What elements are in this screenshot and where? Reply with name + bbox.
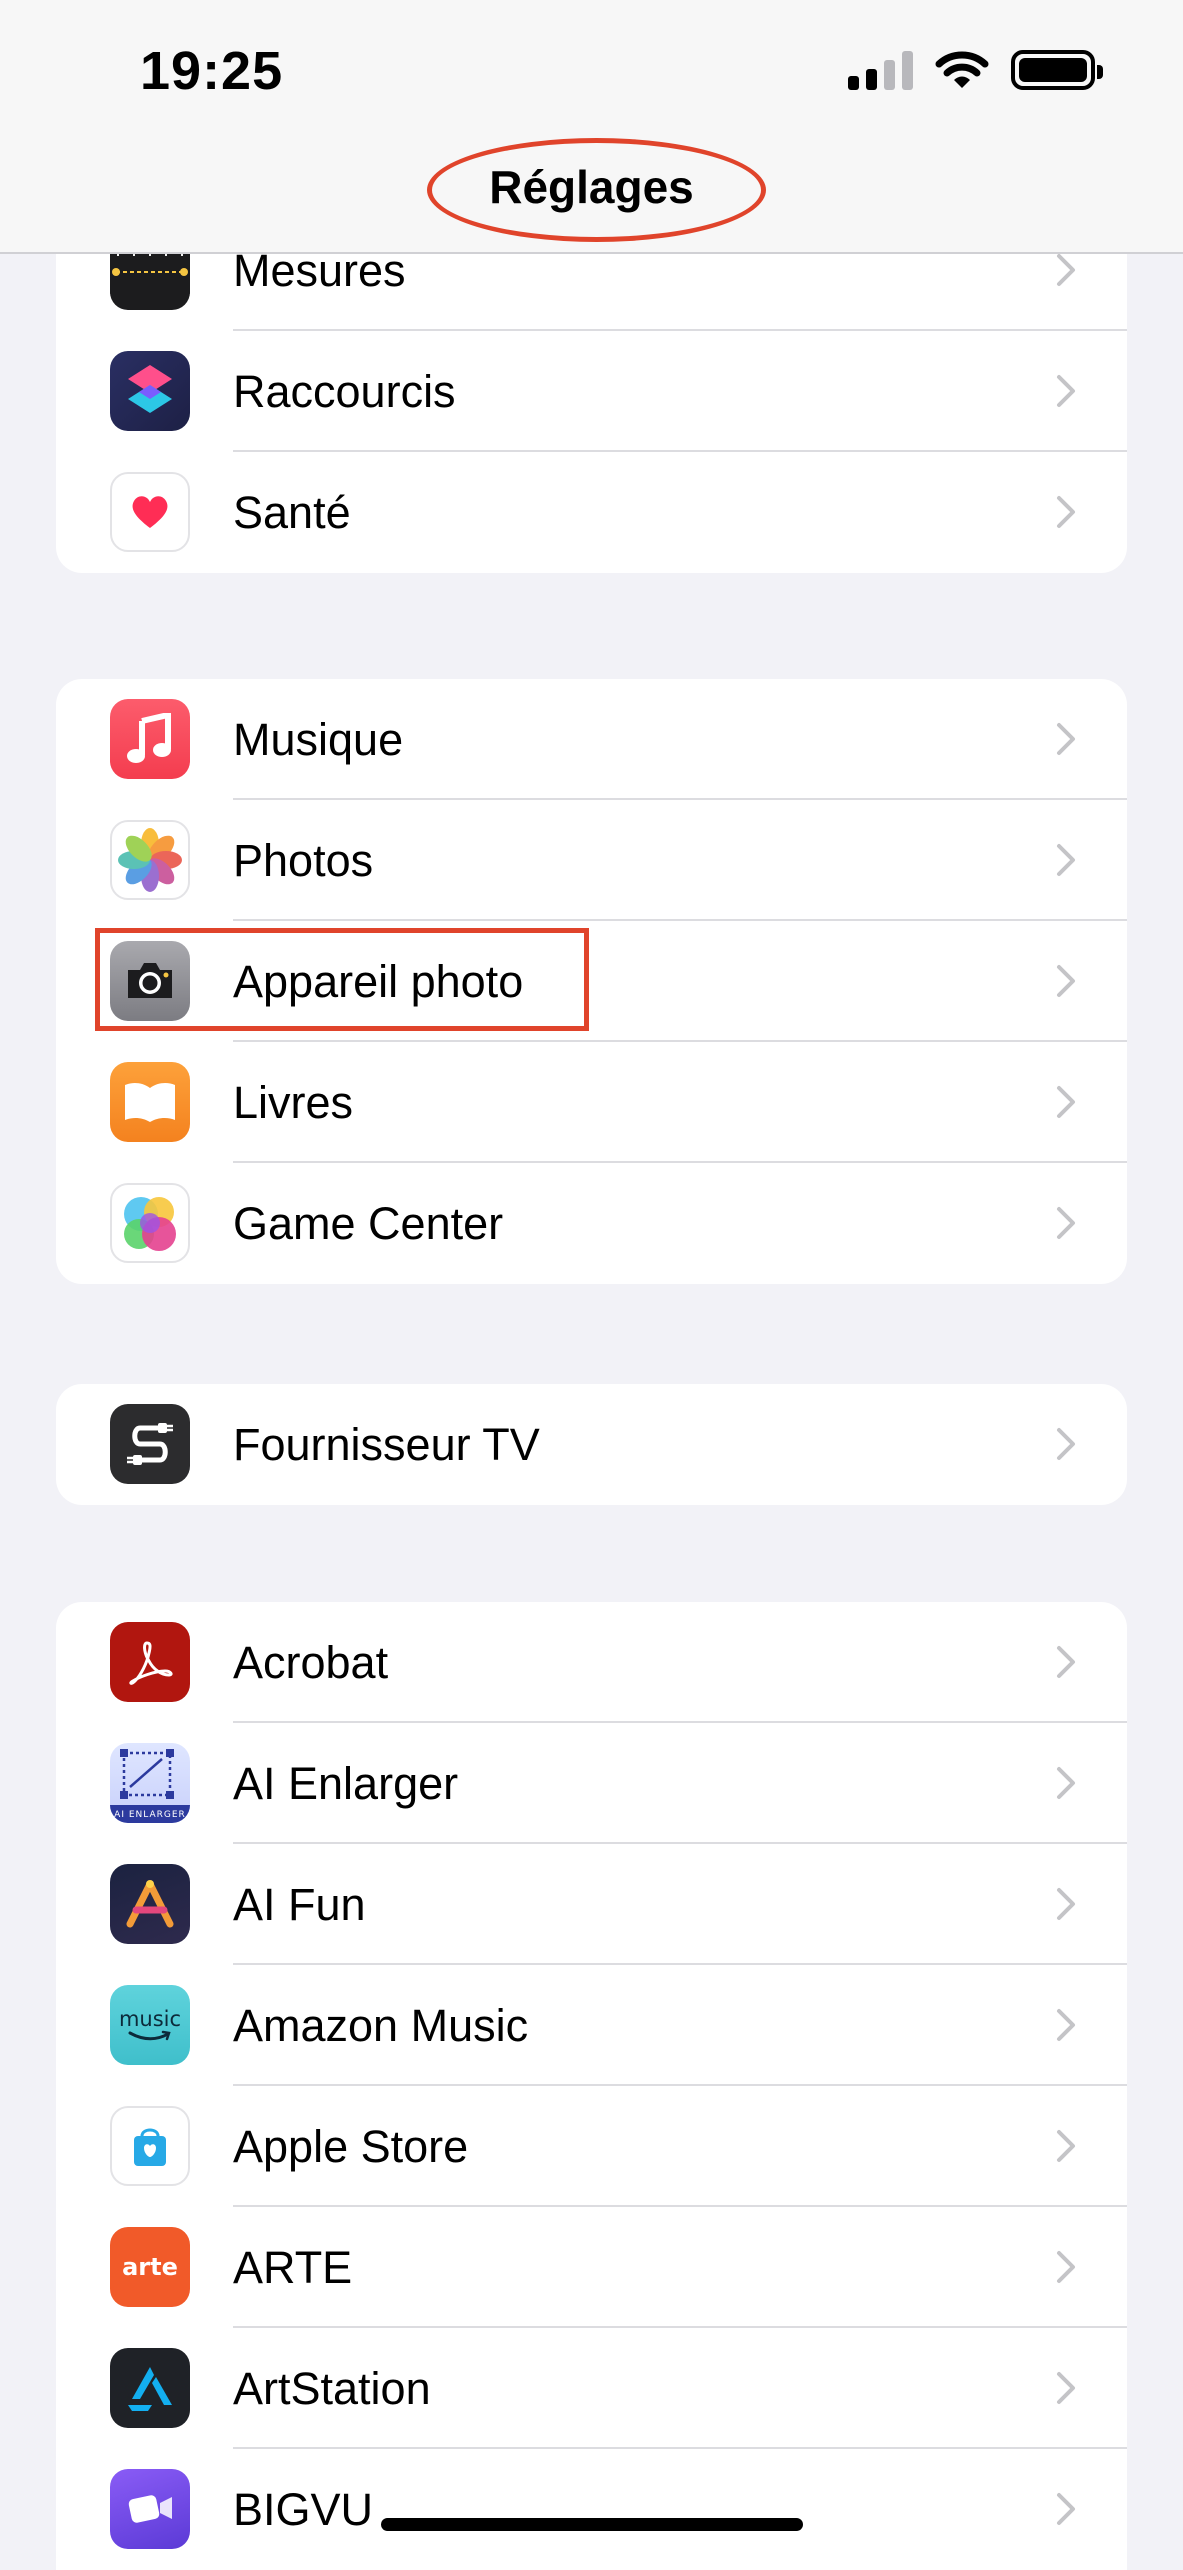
apple-store-icon bbox=[110, 2106, 190, 2186]
settings-row-sante[interactable]: Santé bbox=[56, 452, 1127, 573]
row-label: AI Fun bbox=[233, 1879, 366, 1930]
chevron-right-icon bbox=[1057, 2251, 1075, 2283]
settings-row-musique[interactable]: Musique bbox=[56, 679, 1127, 800]
row-label: AI Enlarger bbox=[233, 1758, 459, 1809]
settings-row-photos[interactable]: Photos bbox=[56, 800, 1127, 921]
chevron-right-icon bbox=[1057, 1428, 1075, 1460]
row-label: Amazon Music bbox=[233, 2000, 529, 2051]
bigvu-icon bbox=[110, 2469, 190, 2549]
row-label: BIGVU bbox=[233, 2484, 374, 2535]
row-label: Raccourcis bbox=[233, 366, 456, 417]
arte-icon-text: arte bbox=[122, 2253, 178, 2281]
artstation-icon bbox=[110, 2348, 190, 2428]
chevron-right-icon bbox=[1057, 965, 1075, 997]
ai-fun-icon bbox=[110, 1864, 190, 1944]
chevron-right-icon bbox=[1057, 844, 1075, 876]
amazon-music-icon-text: music bbox=[118, 2007, 182, 2031]
chevron-right-icon bbox=[1057, 1888, 1075, 1920]
settings-row-apple-store[interactable]: Apple Store bbox=[56, 2086, 1127, 2207]
chevron-right-icon bbox=[1057, 2130, 1075, 2162]
settings-row-livres[interactable]: Livres bbox=[56, 1042, 1127, 1163]
settings-group-health: Mesures Raccourcis Santé bbox=[56, 210, 1127, 573]
row-label: Fournisseur TV bbox=[233, 1419, 540, 1470]
chevron-right-icon bbox=[1057, 1207, 1075, 1239]
settings-group-media: Musique Photos Appareil photo Livres Gam… bbox=[56, 679, 1127, 1284]
settings-row-acrobat[interactable]: Acrobat bbox=[56, 1602, 1127, 1723]
acrobat-icon bbox=[110, 1622, 190, 1702]
battery-icon bbox=[1011, 50, 1103, 90]
ai-enlarger-icon: AI ENLARGER bbox=[110, 1743, 190, 1823]
settings-row-game-center[interactable]: Game Center bbox=[56, 1163, 1127, 1284]
chevron-right-icon bbox=[1057, 496, 1075, 528]
row-label: Santé bbox=[233, 487, 351, 538]
row-label: Appareil photo bbox=[233, 956, 524, 1007]
page-title: Réglages bbox=[489, 161, 694, 213]
cellular-signal-icon bbox=[848, 50, 913, 90]
health-icon bbox=[110, 472, 190, 552]
settings-row-raccourcis[interactable]: Raccourcis bbox=[56, 331, 1127, 452]
row-label: ArtStation bbox=[233, 2363, 431, 2414]
settings-row-artstation[interactable]: ArtStation bbox=[56, 2328, 1127, 2449]
tv-provider-icon bbox=[110, 1404, 190, 1484]
settings-row-arte[interactable]: arte ARTE bbox=[56, 2207, 1127, 2328]
chevron-right-icon bbox=[1057, 1646, 1075, 1678]
settings-row-amazon-music[interactable]: music Amazon Music bbox=[56, 1965, 1127, 2086]
chevron-right-icon bbox=[1057, 723, 1075, 755]
settings-group-apps: Acrobat AI ENLARGER AI Enlarger AI Fun m… bbox=[56, 1602, 1127, 2570]
chevron-right-icon bbox=[1057, 2372, 1075, 2404]
row-label: Acrobat bbox=[233, 1637, 389, 1688]
home-indicator[interactable] bbox=[381, 2518, 803, 2531]
row-label: Apple Store bbox=[233, 2121, 469, 2172]
row-label: Musique bbox=[233, 714, 404, 765]
row-label: Photos bbox=[233, 835, 374, 886]
books-icon bbox=[110, 1062, 190, 1142]
settings-group-tv: Fournisseur TV bbox=[56, 1384, 1127, 1505]
chevron-right-icon bbox=[1057, 2009, 1075, 2041]
settings-row-ai-enlarger[interactable]: AI ENLARGER AI Enlarger bbox=[56, 1723, 1127, 1844]
music-icon bbox=[110, 699, 190, 779]
navigation-header: 19:25 Réglages bbox=[0, 0, 1183, 254]
chevron-right-icon bbox=[1057, 1086, 1075, 1118]
settings-row-appareil-photo[interactable]: Appareil photo bbox=[56, 921, 1127, 1042]
row-label: Game Center bbox=[233, 1198, 504, 1249]
settings-row-fournisseur-tv[interactable]: Fournisseur TV bbox=[56, 1384, 1127, 1505]
photos-icon bbox=[110, 820, 190, 900]
chevron-right-icon bbox=[1057, 375, 1075, 407]
chevron-right-icon bbox=[1057, 1767, 1075, 1799]
chevron-right-icon bbox=[1057, 2493, 1075, 2525]
settings-row-bigvu[interactable]: BIGVU bbox=[56, 2449, 1127, 2570]
chevron-right-icon bbox=[1057, 254, 1075, 286]
arte-icon: arte bbox=[110, 2227, 190, 2307]
settings-row-ai-fun[interactable]: AI Fun bbox=[56, 1844, 1127, 1965]
wifi-icon bbox=[935, 50, 989, 90]
ai-enlarger-icon-text: AI ENLARGER bbox=[114, 1810, 186, 1820]
amazon-music-icon: music bbox=[110, 1985, 190, 2065]
status-time: 19:25 bbox=[140, 41, 284, 101]
row-label: Livres bbox=[233, 1077, 354, 1128]
shortcuts-icon bbox=[110, 351, 190, 431]
row-label: ARTE bbox=[233, 2242, 353, 2293]
camera-icon bbox=[110, 941, 190, 1021]
status-icons bbox=[848, 48, 1103, 92]
game-center-icon bbox=[110, 1183, 190, 1263]
